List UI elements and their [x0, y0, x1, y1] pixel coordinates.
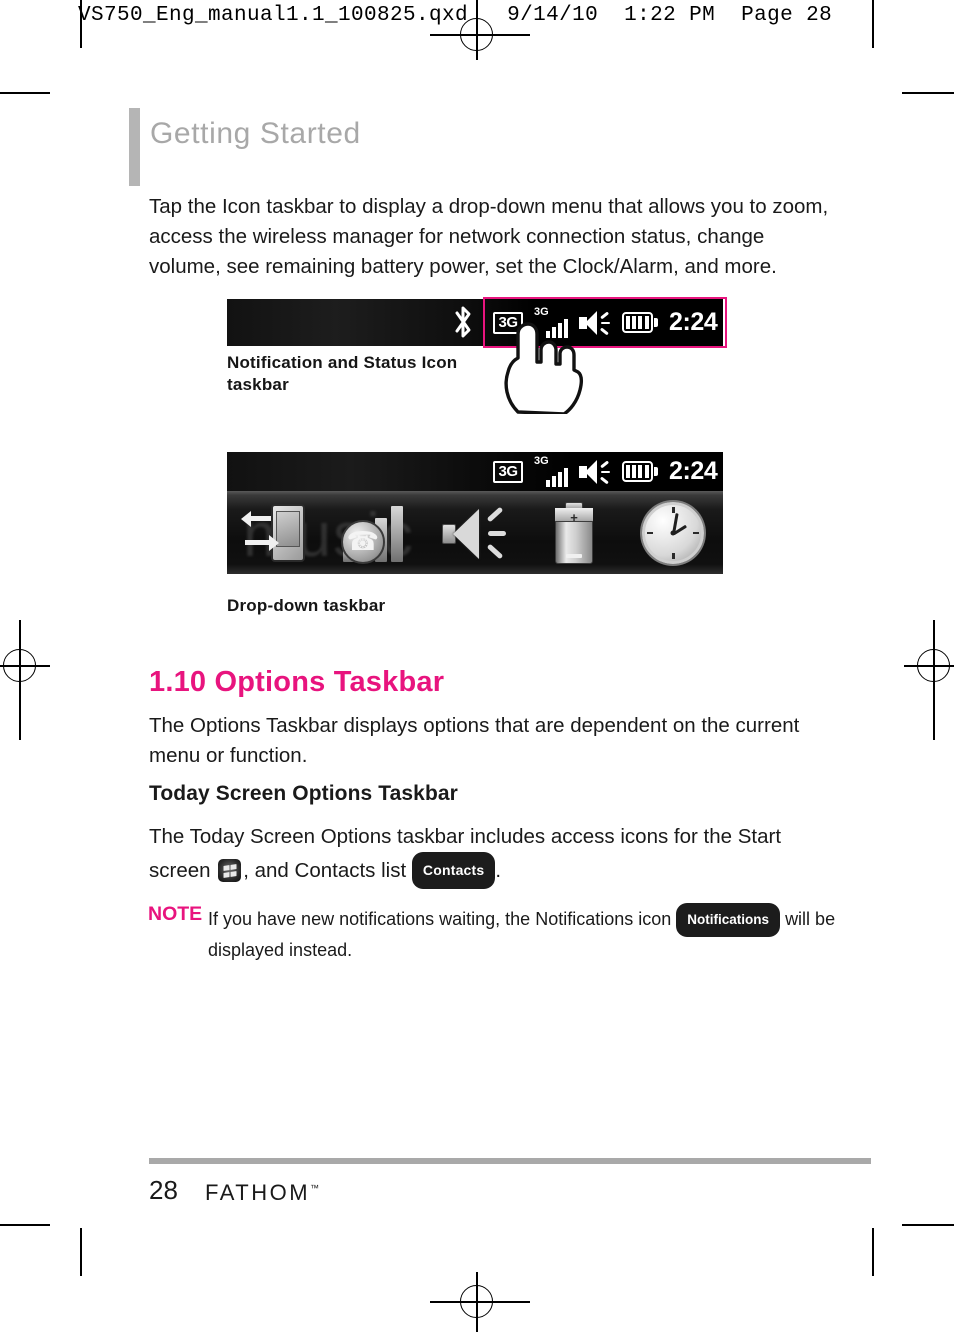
notification-status-taskbar-figure: 3G 3G 2:24	[227, 297, 727, 348]
today-paragraph-part-3: .	[495, 859, 502, 882]
figure-two-caption: Drop-down taskbar	[227, 596, 386, 615]
battery-power-icon: +	[552, 501, 596, 564]
registration-mark-right	[894, 620, 954, 740]
manual-page: VS750_Eng_manual1.1_100825.qxd 9/14/10 1…	[0, 0, 954, 1335]
dropdown-taskbar-figure: music 3G 3G 2:24 ☎ +	[227, 452, 723, 574]
crop-mark-bottom-left-h	[0, 1224, 50, 1226]
registration-mark-top	[430, 10, 530, 60]
crop-mark-top-left-h	[0, 92, 50, 94]
dropdown-notification-3g-label: 3G	[493, 460, 523, 483]
volume-icon	[442, 506, 508, 560]
crop-mark-bottom-right-h	[902, 1224, 954, 1226]
chapter-title: Getting Started	[150, 117, 361, 150]
registration-mark-bottom	[430, 1272, 530, 1332]
dropdown-status-clock[interactable]: 2:24	[669, 457, 718, 486]
dropdown-status-icon-group[interactable]: 3G 3G 2:24	[493, 452, 718, 491]
page-number: 28	[149, 1175, 178, 1205]
tray-item-battery[interactable]: +	[525, 501, 624, 564]
wireless-manager-icon: ☎	[337, 502, 415, 564]
tray-item-wireless-manager[interactable]: ☎	[326, 502, 425, 564]
crop-mark-bottom-right-v	[872, 1228, 874, 1276]
notifications-badge[interactable]: Notifications	[676, 903, 781, 937]
zoom-icon	[240, 502, 313, 564]
tray-item-zoom[interactable]	[227, 502, 326, 564]
crop-mark-top-right-v	[872, 0, 874, 48]
intro-paragraph: Tap the Icon taskbar to display a drop-d…	[149, 195, 829, 278]
contacts-badge[interactable]: Contacts	[411, 852, 496, 889]
windows-start-icon[interactable]	[218, 859, 242, 882]
trademark-symbol: ™	[310, 1183, 320, 1193]
tray-item-clock[interactable]	[624, 501, 723, 564]
options-description-paragraph: The Options Taskbar displays options tha…	[149, 714, 800, 767]
chapter-accent-bar	[129, 108, 140, 186]
brand-logo: FATHOM™	[205, 1180, 319, 1206]
bluetooth-icon	[451, 305, 475, 339]
tray-item-volume[interactable]	[425, 506, 524, 560]
today-paragraph-part-2: , and Contacts list	[243, 859, 407, 882]
clock-alarm-icon	[642, 501, 705, 564]
dropdown-volume-speaker-icon[interactable]	[579, 459, 611, 485]
dropdown-tray-icons: ☎ +	[227, 491, 723, 574]
note-text: If you have new notifications waiting, t…	[208, 903, 853, 964]
registration-mark-left	[0, 620, 60, 740]
pointing-hand-illustration	[494, 322, 586, 416]
subsection-heading: Today Screen Options Taskbar	[149, 782, 458, 805]
footer-rule	[149, 1158, 871, 1164]
dropdown-signal-bars	[546, 467, 568, 487]
figure-one-caption: Notification and Status Icon taskbar	[227, 353, 458, 394]
dropdown-battery-icon[interactable]	[622, 461, 658, 482]
crop-mark-top-right-h	[902, 92, 954, 94]
note-text-before: If you have new notifications waiting, t…	[208, 909, 672, 929]
crop-mark-top-left-v	[80, 0, 82, 48]
note-label: NOTE	[148, 903, 203, 925]
crop-mark-bottom-left-v	[80, 1228, 82, 1276]
dropdown-notification-3g-icon[interactable]: 3G	[493, 460, 523, 483]
section-heading: 1.10 Options Taskbar	[149, 666, 445, 698]
dropdown-signal-3g-label: 3G	[534, 454, 549, 467]
today-screen-paragraph: The Today Screen Options taskbar include…	[149, 822, 829, 889]
brand-name: FATHOM	[205, 1180, 311, 1205]
dropdown-signal-strength-icon[interactable]: 3G	[534, 454, 568, 487]
